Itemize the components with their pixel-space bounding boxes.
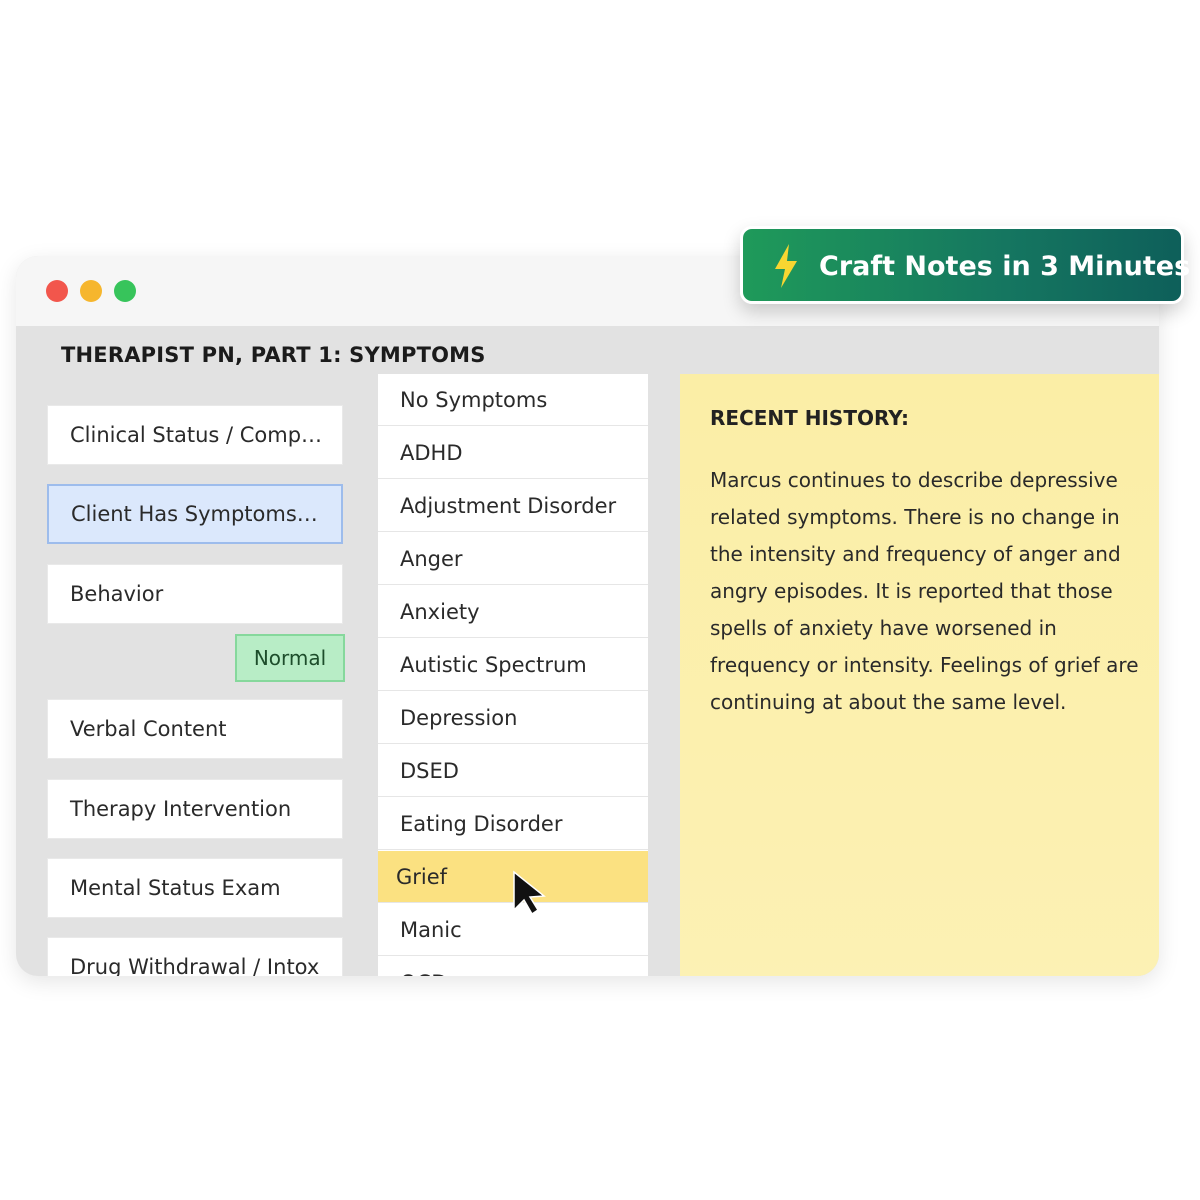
recent-history-panel: RECENT HISTORY: Marcus continues to desc… xyxy=(680,374,1159,976)
close-window-button[interactable] xyxy=(46,280,68,302)
menu-item-verbal-content[interactable]: Verbal Content xyxy=(47,699,343,759)
symptom-item[interactable]: Anger xyxy=(378,533,648,585)
page-title: THERAPIST PN, PART 1: SYMPTOMS xyxy=(61,343,486,367)
menu-item-therapy-intervention[interactable]: Therapy Intervention xyxy=(47,779,343,839)
recent-history-title: RECENT HISTORY: xyxy=(710,406,910,430)
recent-history-text: Marcus continues to describe depressive … xyxy=(710,468,1139,714)
symptom-item[interactable]: Anxiety xyxy=(378,586,648,638)
menu-item-clinical-status[interactable]: Clinical Status / Comp… xyxy=(47,405,343,465)
symptom-item[interactable]: OCD xyxy=(378,957,648,977)
symptom-item[interactable]: Depression xyxy=(378,692,648,744)
symptom-item[interactable]: Adjustment Disorder xyxy=(378,480,648,532)
menu-item-drug-withdrawal[interactable]: Drug Withdrawal / Intox xyxy=(47,937,343,976)
mouse-cursor-icon xyxy=(513,870,546,916)
menu-item-behavior[interactable]: Behavior xyxy=(47,564,343,624)
menu-item-mental-status-exam[interactable]: Mental Status Exam xyxy=(47,858,343,918)
symptom-item[interactable]: Eating Disorder xyxy=(378,798,648,850)
behavior-normal-tag[interactable]: Normal xyxy=(235,634,345,682)
symptom-item[interactable]: Autistic Spectrum xyxy=(378,639,648,691)
menu-item-client-has-symptoms[interactable]: Client Has Symptoms… xyxy=(47,484,343,544)
symptom-item[interactable]: ADHD xyxy=(378,427,648,479)
maximize-window-button[interactable] xyxy=(114,280,136,302)
minimize-window-button[interactable] xyxy=(80,280,102,302)
symptom-item[interactable]: DSED xyxy=(378,745,648,797)
symptom-item[interactable]: No Symptoms xyxy=(378,374,648,426)
lightning-bolt-icon xyxy=(775,244,797,288)
badge-label: Craft Notes in 3 Minutes xyxy=(819,251,1191,282)
craft-notes-badge: Craft Notes in 3 Minutes xyxy=(740,226,1190,304)
app-window: THERAPIST PN, PART 1: SYMPTOMS Clinical … xyxy=(16,256,1159,976)
